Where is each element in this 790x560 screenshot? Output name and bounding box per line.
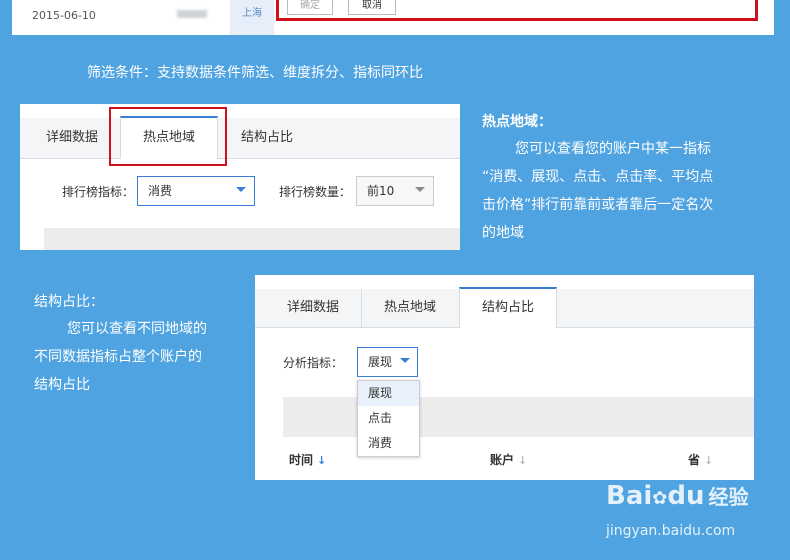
rank-metric-select[interactable]: 消费 — [137, 176, 255, 206]
watermark-url: jingyan.baidu.com — [606, 523, 736, 539]
dropdown-option[interactable]: 消费 — [358, 431, 419, 456]
rank-count-value: 前10 — [367, 184, 395, 198]
filter-note: 筛选条件：支持数据条件筛选、维度拆分、指标同环比 — [87, 65, 423, 81]
row-date: 2015-06-10 — [32, 9, 96, 22]
structure-note-title: 结构占比： — [34, 294, 104, 310]
structure-panel: 详细数据 热点地域 结构占比 分析指标： 展现 时间 ↓ 账户 ↓ 省 ↓ 展现 点击… — [255, 275, 754, 480]
confirm-button[interactable]: 确定 — [287, 0, 333, 15]
sort-arrow-icon: ↓ — [704, 454, 714, 467]
analysis-metric-label: 分析指标： — [283, 356, 344, 370]
rank-metric-value: 消费 — [148, 184, 173, 198]
column-account[interactable]: 账户 ↓ — [490, 451, 527, 468]
structure-note-line: 结构占比 — [34, 377, 90, 393]
structure-note-line: 您可以查看不同地域的 — [67, 321, 207, 337]
tab-hotspot-region[interactable]: 热点地域 — [361, 289, 459, 327]
dropdown-option[interactable]: 展现 — [358, 381, 419, 406]
structure-note-line: 不同数据指标占整个账户的 — [34, 349, 202, 365]
top-table-strip: 2015-06-10 上海 确定 取消 — [12, 0, 774, 35]
dropdown-option[interactable]: 点击 — [358, 406, 419, 431]
tab-detail-data[interactable]: 详细数据 — [265, 289, 362, 327]
chevron-down-icon — [415, 187, 425, 192]
rank-count-label: 排行榜数量： — [279, 185, 352, 199]
column-province[interactable]: 省 ↓ — [688, 451, 713, 468]
hotspot-note-line: 的地域 — [482, 225, 524, 241]
analysis-metric-value: 展现 — [368, 355, 393, 369]
column-time[interactable]: 时间 ↓ — [289, 451, 326, 468]
cancel-button[interactable]: 取消 — [348, 0, 396, 15]
baidu-logo: Bai✿du 经验 — [606, 481, 749, 511]
tab-structure-ratio[interactable]: 结构占比 — [224, 118, 310, 158]
hotspot-note-line: “消费、展现、点击、点击率、平均点 — [482, 169, 714, 185]
sort-arrow-icon: ↓ — [317, 454, 327, 467]
hotspot-note-line: 您可以查看您的账户中某一指标 — [515, 141, 711, 157]
rank-count-select[interactable]: 前10 — [356, 176, 434, 206]
tab-detail-data[interactable]: 详细数据 — [32, 118, 112, 158]
tab-highlight-box — [109, 107, 227, 166]
hotspot-panel: 详细数据 热点地域 结构占比 排行榜指标： 消费 排行榜数量： 前10 — [20, 104, 460, 250]
analysis-metric-select[interactable]: 展现 — [357, 347, 418, 377]
paw-icon: ✿ — [652, 488, 668, 509]
tab-structure-ratio[interactable]: 结构占比 — [459, 287, 557, 328]
chevron-down-icon — [400, 358, 410, 363]
hotspot-note-title: 热点地域： — [482, 114, 552, 130]
analysis-metric-dropdown: 展现 点击 消费 — [357, 380, 420, 457]
table-header-bar — [44, 228, 460, 250]
tab-bar: 详细数据 热点地域 结构占比 — [20, 116, 460, 159]
row-city: 上海 — [230, 0, 274, 35]
hotspot-note-line: 击价格”排行前靠前或者靠后一定名次 — [482, 197, 714, 213]
table-header-bar — [283, 397, 754, 437]
tab-bar: 详细数据 热点地域 结构占比 — [255, 287, 754, 328]
sort-arrow-icon: ↓ — [518, 454, 528, 467]
row-user-blurred — [177, 10, 207, 18]
rank-metric-label: 排行榜指标： — [62, 185, 135, 199]
chevron-down-icon — [236, 187, 246, 192]
